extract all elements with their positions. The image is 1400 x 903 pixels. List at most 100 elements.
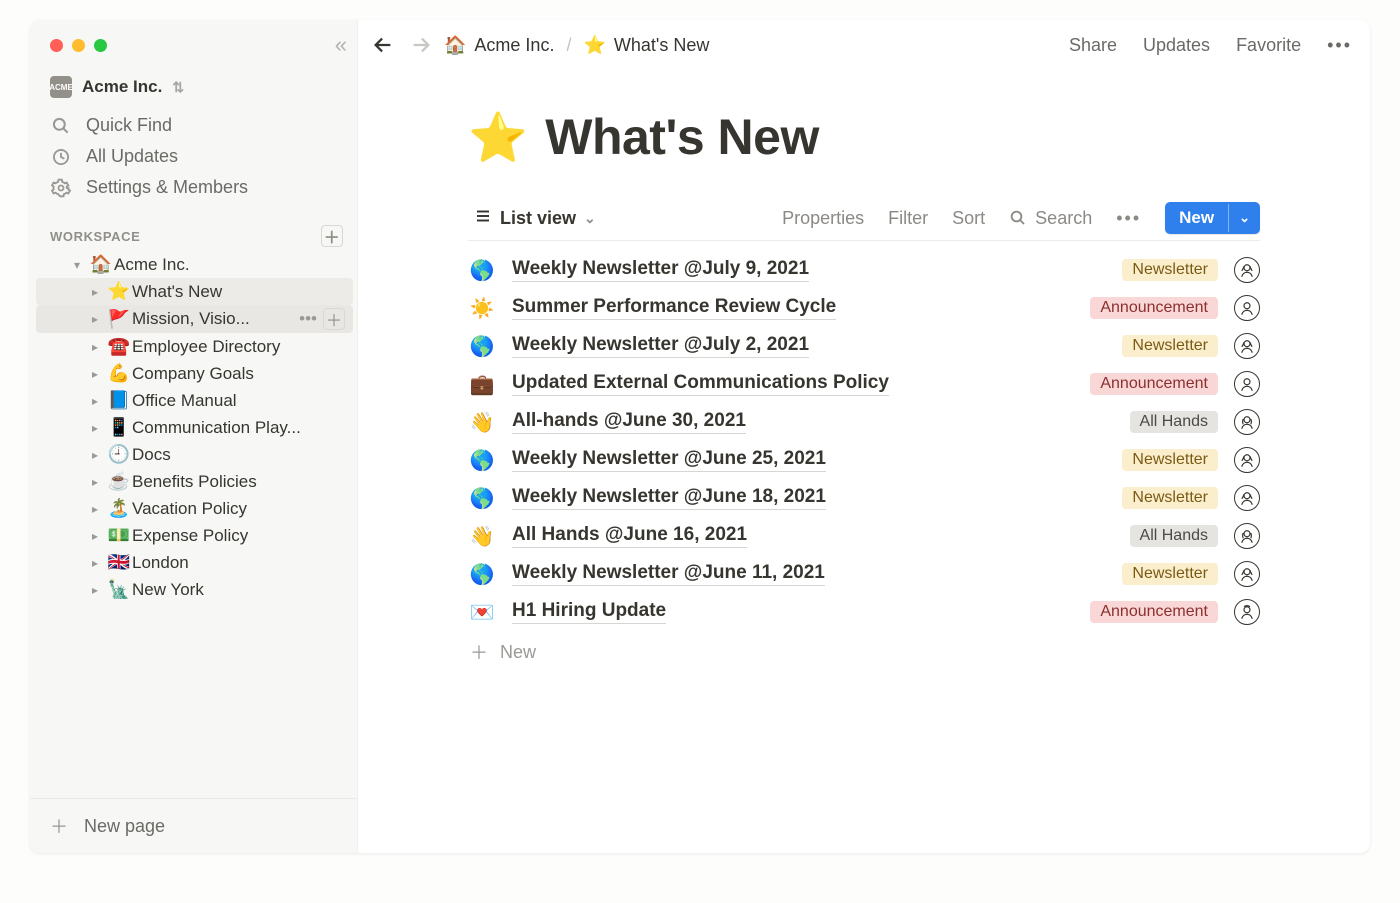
sidebar-item-4[interactable]: ▸💪Company Goals [36, 360, 353, 387]
page-title-text[interactable]: What's New [545, 108, 819, 166]
author-avatar[interactable] [1234, 295, 1260, 321]
sidebar-item-more-icon[interactable]: ••• [299, 309, 317, 329]
author-avatar[interactable] [1234, 599, 1260, 625]
sidebar-item-3[interactable]: ▸☎️Employee Directory [36, 333, 353, 360]
row-title[interactable]: Weekly Newsletter @July 2, 2021 [512, 334, 809, 358]
more-actions-icon[interactable]: ••• [1327, 35, 1352, 56]
row-title[interactable]: Weekly Newsletter @June 25, 2021 [512, 448, 826, 472]
sidebar-item-label: Acme Inc. [114, 255, 345, 275]
filter-button[interactable]: Filter [888, 208, 928, 229]
gear-icon [50, 178, 72, 198]
list-item[interactable]: 👋All-hands @June 30, 2021All Hands [468, 403, 1260, 441]
sidebar-item-8[interactable]: ▸☕Benefits Policies [36, 468, 353, 495]
author-avatar[interactable] [1234, 257, 1260, 283]
author-avatar[interactable] [1234, 409, 1260, 435]
disclosure-triangle-icon[interactable]: ▸ [84, 312, 106, 326]
add-page-button[interactable]: ＋ [321, 225, 343, 247]
row-title[interactable]: Updated External Communications Policy [512, 372, 889, 396]
favorite-button[interactable]: Favorite [1236, 35, 1301, 56]
sidebar-item-1[interactable]: ▸⭐What's New [36, 278, 353, 305]
tag-announcement: Announcement [1090, 297, 1218, 319]
close-window-button[interactable] [50, 39, 63, 52]
page-tree: ▾🏠Acme Inc.▸⭐What's New▸🚩Mission, Visio.… [30, 251, 357, 603]
row-title[interactable]: Weekly Newsletter @June 11, 2021 [512, 562, 825, 586]
disclosure-triangle-icon[interactable]: ▸ [84, 448, 106, 462]
add-row-button[interactable]: ＋ New [468, 631, 1260, 665]
disclosure-triangle-icon[interactable]: ▸ [84, 340, 106, 354]
sidebar-item-10[interactable]: ▸💵Expense Policy [36, 522, 353, 549]
breadcrumb-parent-icon: 🏠 [444, 35, 466, 56]
properties-button[interactable]: Properties [782, 208, 864, 229]
updates-button[interactable]: Updates [1143, 35, 1210, 56]
new-button[interactable]: New ⌄ [1165, 202, 1260, 234]
new-button-dropdown-icon[interactable]: ⌄ [1228, 204, 1260, 232]
view-tab[interactable]: List view ⌄ [468, 203, 602, 234]
sidebar-item-7[interactable]: ▸🕘Docs [36, 441, 353, 468]
view-more-icon[interactable]: ••• [1116, 208, 1141, 229]
collapse-sidebar-icon[interactable]: « [335, 32, 341, 58]
nav-forward-button[interactable] [406, 30, 436, 60]
list-item[interactable]: ☀️Summer Performance Review CycleAnnounc… [468, 289, 1260, 327]
page-emoji-icon: 🚩 [106, 309, 132, 330]
disclosure-triangle-icon[interactable]: ▸ [84, 529, 106, 543]
search-label: Search [1035, 208, 1092, 229]
author-avatar[interactable] [1234, 447, 1260, 473]
row-title[interactable]: H1 Hiring Update [512, 600, 666, 624]
row-title[interactable]: All Hands @June 16, 2021 [512, 524, 747, 548]
disclosure-triangle-icon[interactable]: ▸ [84, 394, 106, 408]
main-area: 🏠 Acme Inc. / ⭐ What's New Share Updates… [358, 20, 1370, 853]
list-item[interactable]: 🌎Weekly Newsletter @July 9, 2021Newslett… [468, 251, 1260, 289]
sidebar-item-0[interactable]: ▾🏠Acme Inc. [36, 251, 353, 278]
sidebar-item-5[interactable]: ▸📘Office Manual [36, 387, 353, 414]
disclosure-triangle-icon[interactable]: ▸ [84, 367, 106, 381]
settings-link[interactable]: Settings & Members [38, 172, 349, 203]
disclosure-triangle-icon[interactable]: ▸ [84, 475, 106, 489]
disclosure-triangle-icon[interactable]: ▾ [66, 258, 88, 272]
row-title[interactable]: All-hands @June 30, 2021 [512, 410, 746, 434]
disclosure-triangle-icon[interactable]: ▸ [84, 583, 106, 597]
sidebar-item-11[interactable]: ▸🇬🇧London [36, 549, 353, 576]
sidebar-item-label: London [132, 553, 345, 573]
breadcrumb-parent[interactable]: Acme Inc. [474, 35, 554, 56]
list-item[interactable]: 💌H1 Hiring UpdateAnnouncement [468, 593, 1260, 631]
list-item[interactable]: 💼Updated External Communications PolicyA… [468, 365, 1260, 403]
list-item[interactable]: 👋All Hands @June 16, 2021All Hands [468, 517, 1260, 555]
row-title[interactable]: Weekly Newsletter @July 9, 2021 [512, 258, 809, 282]
sidebar-item-12[interactable]: ▸🗽New York [36, 576, 353, 603]
sort-button[interactable]: Sort [952, 208, 985, 229]
add-row-label: New [500, 642, 536, 663]
disclosure-triangle-icon[interactable]: ▸ [84, 502, 106, 516]
list-item[interactable]: 🌎Weekly Newsletter @June 11, 2021Newslet… [468, 555, 1260, 593]
breadcrumb-current[interactable]: What's New [614, 35, 709, 56]
list-item[interactable]: 🌎Weekly Newsletter @June 25, 2021Newslet… [468, 441, 1260, 479]
author-avatar[interactable] [1234, 371, 1260, 397]
disclosure-triangle-icon[interactable]: ▸ [84, 421, 106, 435]
page-emoji[interactable]: ⭐ [468, 109, 527, 166]
search-button[interactable]: Search [1009, 208, 1092, 229]
sidebar-item-6[interactable]: ▸📱Communication Play... [36, 414, 353, 441]
list-item[interactable]: 🌎Weekly Newsletter @July 2, 2021Newslett… [468, 327, 1260, 365]
tag-allhands: All Hands [1130, 411, 1218, 433]
sidebar-quick-links: Quick Find All Updates Settings & Member… [30, 108, 357, 217]
row-title[interactable]: Weekly Newsletter @June 18, 2021 [512, 486, 826, 510]
share-button[interactable]: Share [1069, 35, 1117, 56]
all-updates-link[interactable]: All Updates [38, 141, 349, 172]
sidebar-item-add-icon[interactable]: ＋ [323, 308, 345, 330]
author-avatar[interactable] [1234, 523, 1260, 549]
sidebar-item-2[interactable]: ▸🚩Mission, Visio...•••＋ [36, 305, 353, 333]
workspace-switcher[interactable]: ACME Acme Inc. ⇅ [30, 66, 357, 108]
author-avatar[interactable] [1234, 485, 1260, 511]
quick-find-link[interactable]: Quick Find [38, 110, 349, 141]
author-avatar[interactable] [1234, 333, 1260, 359]
row-emoji-icon: 🌎 [468, 448, 496, 473]
author-avatar[interactable] [1234, 561, 1260, 587]
nav-back-button[interactable] [368, 30, 398, 60]
disclosure-triangle-icon[interactable]: ▸ [84, 285, 106, 299]
maximize-window-button[interactable] [94, 39, 107, 52]
list-item[interactable]: 🌎Weekly Newsletter @June 18, 2021Newslet… [468, 479, 1260, 517]
minimize-window-button[interactable] [72, 39, 85, 52]
sidebar-item-9[interactable]: ▸🏝️Vacation Policy [36, 495, 353, 522]
disclosure-triangle-icon[interactable]: ▸ [84, 556, 106, 570]
row-title[interactable]: Summer Performance Review Cycle [512, 296, 836, 320]
new-page-button[interactable]: ＋ New page [30, 798, 357, 853]
